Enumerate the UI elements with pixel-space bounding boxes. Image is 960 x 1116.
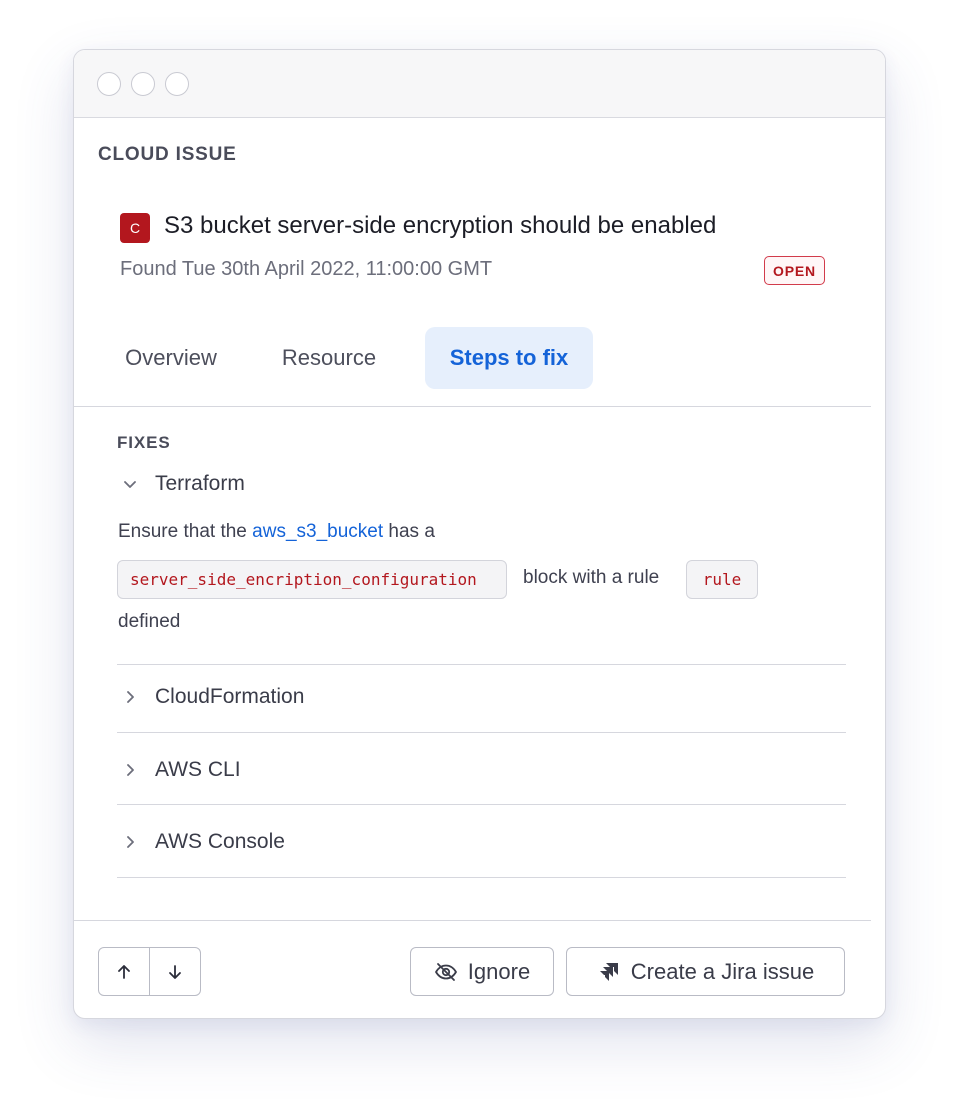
eye-off-icon xyxy=(434,962,457,981)
tabs-divider xyxy=(74,406,871,407)
accordion-aws-cli[interactable]: AWS CLI xyxy=(117,748,846,792)
accordion-divider xyxy=(117,804,846,805)
status-badge: OPEN xyxy=(764,256,825,285)
fix-text-prefix: Ensure that the xyxy=(118,521,247,542)
ignore-button[interactable]: Ignore xyxy=(410,947,554,996)
tab-steps-to-fix[interactable]: Steps to fix xyxy=(425,327,593,389)
issue-window: CLOUD ISSUE C S3 bucket server-side encr… xyxy=(73,49,886,1019)
accordion-divider xyxy=(117,664,846,665)
tab-overview[interactable]: Overview xyxy=(106,327,236,389)
previous-issue-button[interactable] xyxy=(99,948,149,995)
arrow-down-icon xyxy=(169,964,181,979)
accordion-label: AWS CLI xyxy=(155,758,241,781)
jira-icon xyxy=(599,962,618,981)
footer-divider xyxy=(74,920,871,921)
accordion-divider xyxy=(117,732,846,733)
arrow-up-icon xyxy=(118,964,130,979)
window-maximize-dot[interactable] xyxy=(165,72,189,96)
accordion-label: AWS Console xyxy=(155,830,285,853)
jira-label: Create a Jira issue xyxy=(630,958,815,984)
accordion-label: Terraform xyxy=(155,472,245,495)
chevron-right-icon xyxy=(117,829,143,855)
accordion-cloudformation[interactable]: CloudFormation xyxy=(117,675,846,719)
issue-title: S3 bucket server-side encryption should … xyxy=(164,212,717,239)
tab-resource[interactable]: Resource xyxy=(264,327,394,389)
code-config-block: server_side_encription_configuration xyxy=(117,560,507,599)
ignore-label: Ignore xyxy=(467,958,531,984)
section-label: CLOUD ISSUE xyxy=(98,144,237,165)
fix-text-suffix: has a xyxy=(388,521,435,542)
accordion-label: CloudFormation xyxy=(155,685,305,708)
create-jira-issue-button[interactable]: Create a Jira issue xyxy=(566,947,845,996)
accordion-divider xyxy=(117,877,846,878)
next-issue-button[interactable] xyxy=(149,948,200,995)
fix-text-middle: block with a rule xyxy=(523,567,660,588)
aws-s3-bucket-link[interactable]: aws_s3_bucket xyxy=(252,521,383,542)
window-titlebar xyxy=(74,50,885,118)
accordion-aws-console[interactable]: AWS Console xyxy=(117,820,846,864)
window-minimize-dot[interactable] xyxy=(131,72,155,96)
chevron-right-icon xyxy=(117,684,143,710)
found-timestamp: Found Tue 30th April 2022, 11:00:00 GMT xyxy=(120,258,493,280)
fix-instruction-line: Ensure that the aws_s3_bucket has a xyxy=(118,521,435,543)
fixes-heading: FIXES xyxy=(117,433,171,452)
code-rule: rule xyxy=(686,560,758,599)
issue-stepper xyxy=(98,947,201,996)
chevron-down-icon xyxy=(117,471,143,497)
chevron-right-icon xyxy=(117,757,143,783)
fix-text-end: defined xyxy=(118,611,181,632)
accordion-terraform[interactable]: Terraform xyxy=(117,462,846,506)
severity-badge: C xyxy=(120,213,150,243)
window-close-dot[interactable] xyxy=(97,72,121,96)
